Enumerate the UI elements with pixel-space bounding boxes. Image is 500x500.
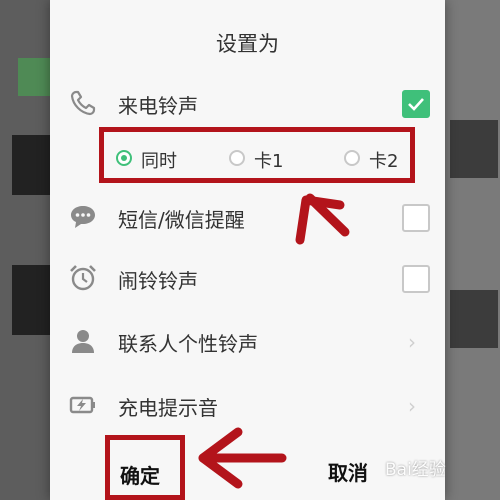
watermark: Bai经验 (385, 460, 446, 480)
annotation-arrows (198, 193, 350, 489)
arrow-left-icon (198, 427, 287, 489)
arrow-up-icon (295, 193, 350, 245)
